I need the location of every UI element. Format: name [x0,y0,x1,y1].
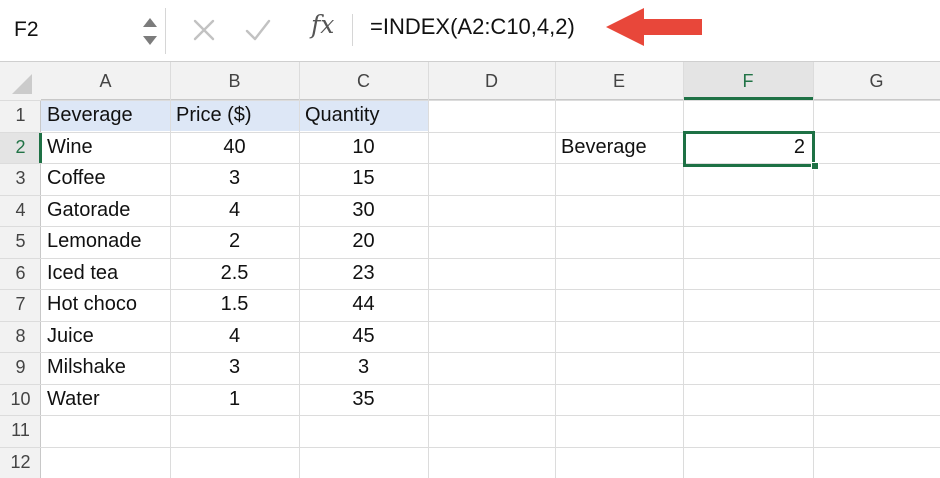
cell-a3[interactable]: Coffee [47,163,168,195]
name-box-dropdown[interactable] [140,12,160,52]
check-icon[interactable] [244,16,272,44]
cell-a4[interactable]: Gatorade [47,195,168,227]
column-gridline [813,62,814,478]
column-gridline [683,62,684,478]
column-header-c[interactable]: C [299,62,428,100]
column-headers: ABCDEFG [0,62,940,100]
cell-c8[interactable]: 45 [299,321,428,353]
cell-c3[interactable]: 15 [299,163,428,195]
cell-b8[interactable]: 4 [170,321,299,353]
cell-b6[interactable]: 2.5 [170,258,299,290]
cell-a10[interactable]: Water [47,384,168,416]
cell-b2[interactable]: 40 [170,132,299,164]
cell-c4[interactable]: 30 [299,195,428,227]
row-header-9[interactable]: 9 [0,352,41,384]
row-header-12[interactable]: 12 [0,447,41,478]
cell-a9[interactable]: Milshake [47,352,168,384]
row-header-5[interactable]: 5 [0,226,41,258]
column-header-g[interactable]: G [813,62,940,100]
active-cell-border [683,131,815,167]
cell-c5[interactable]: 20 [299,226,428,258]
cell-a6[interactable]: Iced tea [47,258,168,290]
header-cell-c1[interactable]: Quantity [305,100,426,132]
row-header-7[interactable]: 7 [0,289,41,321]
row-gridline [0,415,940,416]
row-header-3[interactable]: 3 [0,163,41,195]
cell-c10[interactable]: 35 [299,384,428,416]
row-header-11[interactable]: 11 [0,415,41,447]
row-header-10[interactable]: 10 [0,384,41,416]
formula-separator [352,14,353,46]
cell-a5[interactable]: Lemonade [47,226,168,258]
column-gridline [555,62,556,478]
chevron-down-icon [143,36,157,45]
name-box[interactable]: F2 [0,8,166,54]
spreadsheet-grid[interactable]: ABCDEFG 1 2 3 4 5 6 7 8 9 10 11 12 Beverage Price ($… [0,62,940,478]
row-header-6[interactable]: 6 [0,258,41,290]
chevron-up-icon [143,18,157,27]
cell-c2[interactable]: 10 [299,132,428,164]
red-arrow-icon [606,8,702,46]
row-header-8[interactable]: 8 [0,321,41,353]
cell-a2[interactable]: Wine [47,132,168,164]
cell-b10[interactable]: 1 [170,384,299,416]
name-box-value: F2 [14,18,39,41]
header-cell-a1[interactable]: Beverage [47,100,168,132]
header-cell-b1[interactable]: Price ($) [176,100,297,132]
column-header-b[interactable]: B [170,62,299,100]
column-header-f[interactable]: F [683,62,813,100]
cancel-icon[interactable] [192,18,216,42]
cell-e2[interactable]: Beverage [561,132,681,164]
cell-b3[interactable]: 3 [170,163,299,195]
select-all-icon [12,74,32,94]
cell-a8[interactable]: Juice [47,321,168,353]
row-header-4[interactable]: 4 [0,195,41,227]
cell-c6[interactable]: 23 [299,258,428,290]
fill-handle[interactable] [811,162,819,170]
function-icon[interactable]: fx [311,10,334,39]
cell-c9[interactable]: 3 [299,352,428,384]
cell-b9[interactable]: 3 [170,352,299,384]
cell-c7[interactable]: 44 [299,289,428,321]
column-header-a[interactable]: A [41,62,170,100]
select-all-corner[interactable] [0,62,41,100]
column-header-d[interactable]: D [428,62,555,100]
cell-b4[interactable]: 4 [170,195,299,227]
column-gridline [428,62,429,478]
column-header-e[interactable]: E [555,62,683,100]
cell-b5[interactable]: 2 [170,226,299,258]
row-header-1[interactable]: 1 [0,100,41,132]
formula-input[interactable]: =INDEX(A2:C10,4,2) [370,14,575,40]
cell-a7[interactable]: Hot choco [47,289,168,321]
cell-b7[interactable]: 1.5 [170,289,299,321]
row-gridline [0,446,940,448]
formula-bar: F2 fx =INDEX(A2:C10,4,2) [0,0,940,62]
row-header-2[interactable]: 2 [0,131,42,163]
